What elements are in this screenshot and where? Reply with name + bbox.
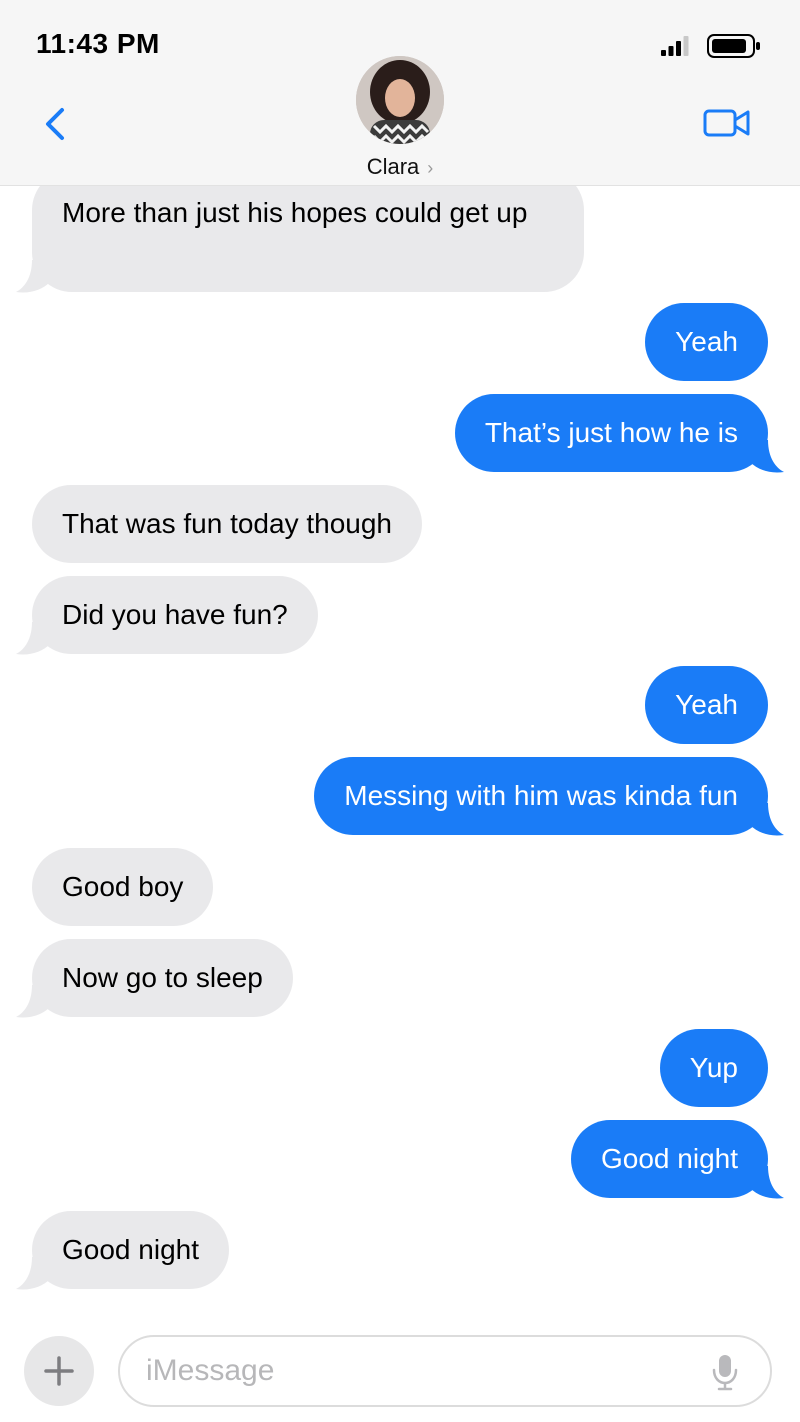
incoming-message[interactable]: Now go to sleep bbox=[16, 939, 293, 1018]
message-text: Good night bbox=[62, 1234, 199, 1265]
incoming-message[interactable]: Good boy bbox=[32, 848, 214, 926]
message-text: Messing with him was kinda fun bbox=[344, 780, 738, 811]
video-camera-icon bbox=[703, 109, 750, 137]
bubble-tail bbox=[750, 440, 784, 473]
outgoing-message[interactable]: Yeah bbox=[645, 666, 768, 744]
back-button[interactable] bbox=[40, 104, 72, 144]
outgoing-message[interactable]: That’s just how he is bbox=[454, 394, 784, 473]
message-thread[interactable]: More than just his hopes could get up Ye… bbox=[0, 186, 800, 1312]
apps-plus-button[interactable] bbox=[24, 1336, 94, 1406]
message-text: Yeah bbox=[675, 689, 738, 720]
outgoing-message[interactable]: Messing with him was kinda fun bbox=[314, 757, 784, 836]
bubble-tail bbox=[16, 1257, 50, 1290]
battery-icon bbox=[707, 34, 760, 58]
message-text: Good night bbox=[601, 1143, 738, 1174]
contact-name: Clara bbox=[366, 154, 420, 179]
message-text: Did you have fun? bbox=[62, 599, 288, 630]
message-text: Yup bbox=[689, 1052, 738, 1083]
outgoing-message[interactable]: Yup bbox=[659, 1029, 768, 1107]
message-input-placeholder: iMessage bbox=[146, 1354, 275, 1387]
contact-name-button[interactable]: Clara › bbox=[0, 154, 800, 180]
cellular-signal-icon bbox=[661, 36, 689, 56]
status-time: 11:43 PM bbox=[36, 28, 160, 59]
bubble-tail bbox=[16, 260, 50, 293]
microphone-icon[interactable] bbox=[710, 1353, 740, 1391]
message-text: Now go to sleep bbox=[62, 962, 263, 993]
bubble-tail bbox=[750, 1166, 784, 1199]
video-call-button[interactable] bbox=[703, 108, 751, 138]
bubble-tail bbox=[16, 622, 50, 655]
bubble-tail bbox=[16, 985, 50, 1018]
outgoing-message[interactable]: Yeah bbox=[645, 303, 768, 381]
incoming-message[interactable]: That was fun today though bbox=[32, 485, 422, 563]
message-text: Good boy bbox=[62, 871, 184, 902]
avatar-photo bbox=[356, 56, 444, 144]
message-text: That was fun today though bbox=[62, 508, 392, 539]
bubble-tail bbox=[750, 803, 784, 836]
message-input[interactable]: iMessage bbox=[118, 1335, 772, 1407]
message-text: That’s just how he is bbox=[484, 417, 738, 448]
chevron-left-icon bbox=[46, 108, 64, 140]
incoming-message[interactable]: Did you have fun? bbox=[16, 576, 318, 655]
incoming-message[interactable]: More than just his hopes could get up bbox=[16, 186, 584, 293]
plus-icon bbox=[44, 1356, 74, 1386]
message-text: Yeah bbox=[675, 326, 738, 357]
message-text: More than just his hopes could get up bbox=[62, 197, 528, 228]
incoming-message[interactable]: Good night bbox=[16, 1211, 229, 1290]
chevron-right-icon: › bbox=[427, 158, 434, 178]
conversation-header: 11:43 PM Clara › bbox=[0, 0, 800, 186]
outgoing-message[interactable]: Good night bbox=[571, 1120, 784, 1199]
contact-avatar[interactable] bbox=[356, 56, 444, 144]
